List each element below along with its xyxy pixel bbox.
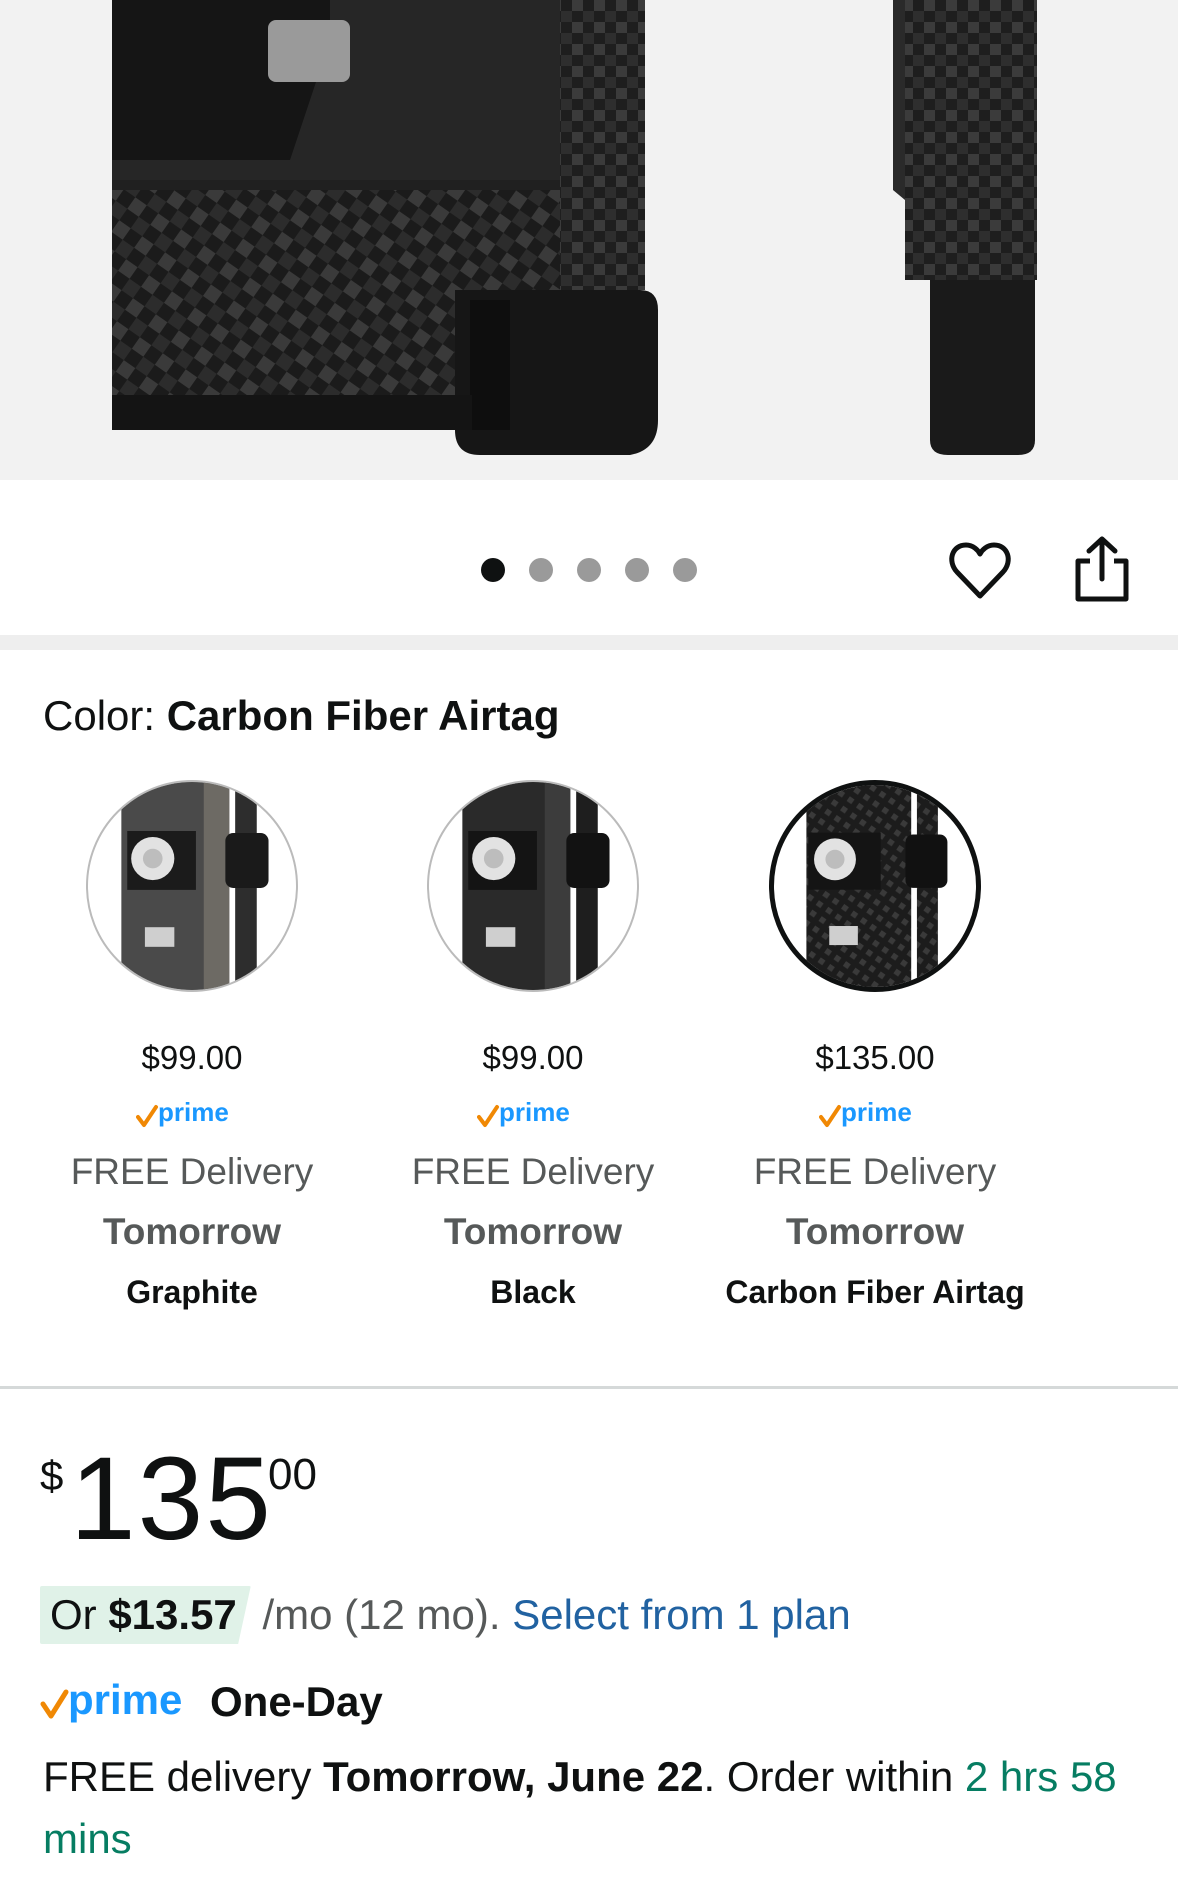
swatch-price: $135.00 — [815, 1039, 935, 1076]
prime-one-day: prime One-Day — [40, 1674, 383, 1730]
swatch-thumbnail[interactable] — [427, 780, 639, 992]
color-swatch-black[interactable]: $99.00 prime FREE Delivery Tomorrow Blac… — [353, 780, 713, 1312]
section-divider — [0, 635, 1178, 650]
installment-amount: $13.57 — [108, 1591, 237, 1638]
color-swatch-graphite[interactable]: $99.00 prime FREE Delivery Tomorrow Grap… — [12, 780, 372, 1312]
installment-terms: /mo (12 mo). — [262, 1591, 501, 1638]
svg-text:prime: prime — [841, 1097, 912, 1127]
svg-text:prime: prime — [68, 1678, 182, 1723]
price-whole: 135 — [70, 1433, 273, 1565]
swatch-color-name: Black — [490, 1274, 576, 1310]
prime-one-day-label: One-Day — [210, 1678, 383, 1725]
swatch-delivery-day: Tomorrow — [785, 1211, 965, 1252]
delivery-message: FREE delivery Tomorrow, June 22. Order w… — [43, 1746, 1153, 1870]
product-image[interactable] — [0, 0, 1178, 480]
price-currency: $ — [40, 1452, 64, 1499]
pagination-dot-4[interactable] — [625, 558, 649, 582]
swatch-delivery: FREE Delivery — [753, 1151, 997, 1192]
swatch-color-name: Graphite — [126, 1274, 258, 1310]
color-swatch-carbon-fiber-airtag[interactable]: $135.00 prime FREE Delivery Tomorrow Car… — [695, 780, 1055, 1312]
prime-badge-icon: prime — [695, 1096, 1055, 1132]
color-label: Color: — [43, 692, 156, 739]
color-heading: Color: Carbon Fiber Airtag — [43, 692, 560, 740]
pagination-dot-5[interactable] — [673, 558, 697, 582]
swatch-thumbnail[interactable] — [769, 780, 981, 992]
color-selected-value: Carbon Fiber Airtag — [166, 692, 560, 739]
pagination-dot-1[interactable] — [481, 558, 505, 582]
swatch-delivery-day: Tomorrow — [102, 1211, 282, 1252]
swatch-delivery: FREE Delivery — [70, 1151, 314, 1192]
swatch-delivery: FREE Delivery — [411, 1151, 655, 1192]
prime-badge-icon: prime — [353, 1096, 713, 1132]
delivery-date: Tomorrow, June 22 — [323, 1753, 704, 1800]
select-plan-link[interactable]: Select from 1 plan — [512, 1591, 851, 1638]
swatch-thumbnail[interactable] — [86, 780, 298, 992]
heart-outline-icon[interactable] — [948, 540, 1012, 602]
prime-badge-icon: prime — [12, 1096, 372, 1132]
delivery-middle: . Order within — [703, 1753, 954, 1800]
installment-prefix: Or — [50, 1591, 97, 1638]
delivery-prefix: FREE delivery — [43, 1753, 312, 1800]
swatch-price: $99.00 — [482, 1039, 584, 1076]
prime-logo-icon: prime — [40, 1678, 182, 1723]
pagination-dot-3[interactable] — [577, 558, 601, 582]
swatch-color-name: Carbon Fiber Airtag — [725, 1274, 1025, 1310]
price-fraction: 00 — [268, 1450, 317, 1499]
swatch-price: $99.00 — [141, 1039, 243, 1076]
installment-offer: Or $13.57 /mo (12 mo). Select from 1 pla… — [40, 1586, 851, 1644]
svg-text:prime: prime — [158, 1097, 229, 1127]
wallet-product-illustration — [112, 0, 1037, 455]
installment-badge: Or $13.57 — [40, 1586, 251, 1644]
share-icon[interactable] — [1072, 535, 1132, 605]
image-pagination-dots[interactable] — [481, 558, 697, 582]
section-divider — [0, 1386, 1178, 1389]
svg-text:prime: prime — [499, 1097, 570, 1127]
swatch-delivery-day: Tomorrow — [443, 1211, 623, 1252]
pagination-dot-2[interactable] — [529, 558, 553, 582]
